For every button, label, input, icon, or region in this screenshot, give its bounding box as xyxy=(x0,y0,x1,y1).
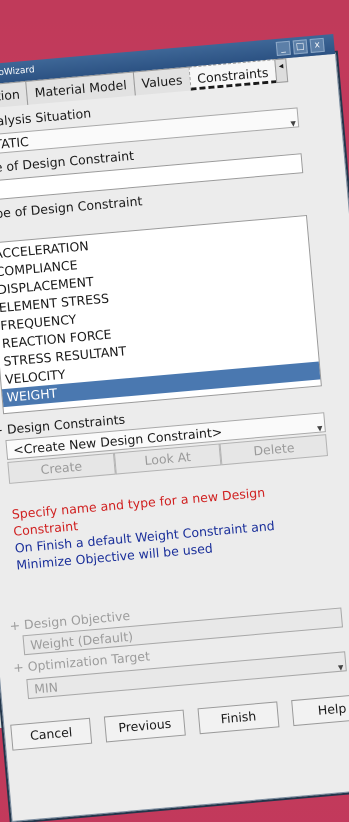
maximize-button[interactable]: □ xyxy=(292,39,308,55)
tab-scroll-left-icon[interactable]: ◂ xyxy=(274,58,289,84)
dropdown-arrow-icon: ▼ xyxy=(337,663,344,672)
topo-wizard-window: TopoWizard _ □ x Direction Material Mode… xyxy=(0,33,349,822)
previous-button[interactable]: Previous xyxy=(103,709,186,743)
constraint-type-list[interactable]: ACCELERATION COMPLIANCE DISPLACEMENT ELE… xyxy=(0,214,322,415)
window-title: TopoWizard xyxy=(0,65,36,80)
help-button[interactable]: Help xyxy=(291,693,349,727)
analysis-situation-value: STATIC xyxy=(0,133,30,153)
dropdown-arrow-icon: ▼ xyxy=(290,119,297,129)
design-objective-value: Weight (Default) xyxy=(29,628,134,653)
tab-values[interactable]: Values xyxy=(132,66,192,96)
wizard-footer: Cancel Previous Finish Help xyxy=(10,693,349,751)
expand-icon: + xyxy=(12,659,25,676)
close-button[interactable]: x xyxy=(309,37,325,53)
expand-icon: + xyxy=(8,617,21,634)
optimization-target-value: MIN xyxy=(33,679,59,697)
tab-direction[interactable]: Direction xyxy=(0,80,29,112)
cancel-button[interactable]: Cancel xyxy=(10,717,93,751)
minimize-button[interactable]: _ xyxy=(275,40,291,56)
finish-button[interactable]: Finish xyxy=(197,701,280,735)
expand-icon: + xyxy=(0,422,4,439)
status-message: Specify name and type for a new Design C… xyxy=(11,478,336,574)
